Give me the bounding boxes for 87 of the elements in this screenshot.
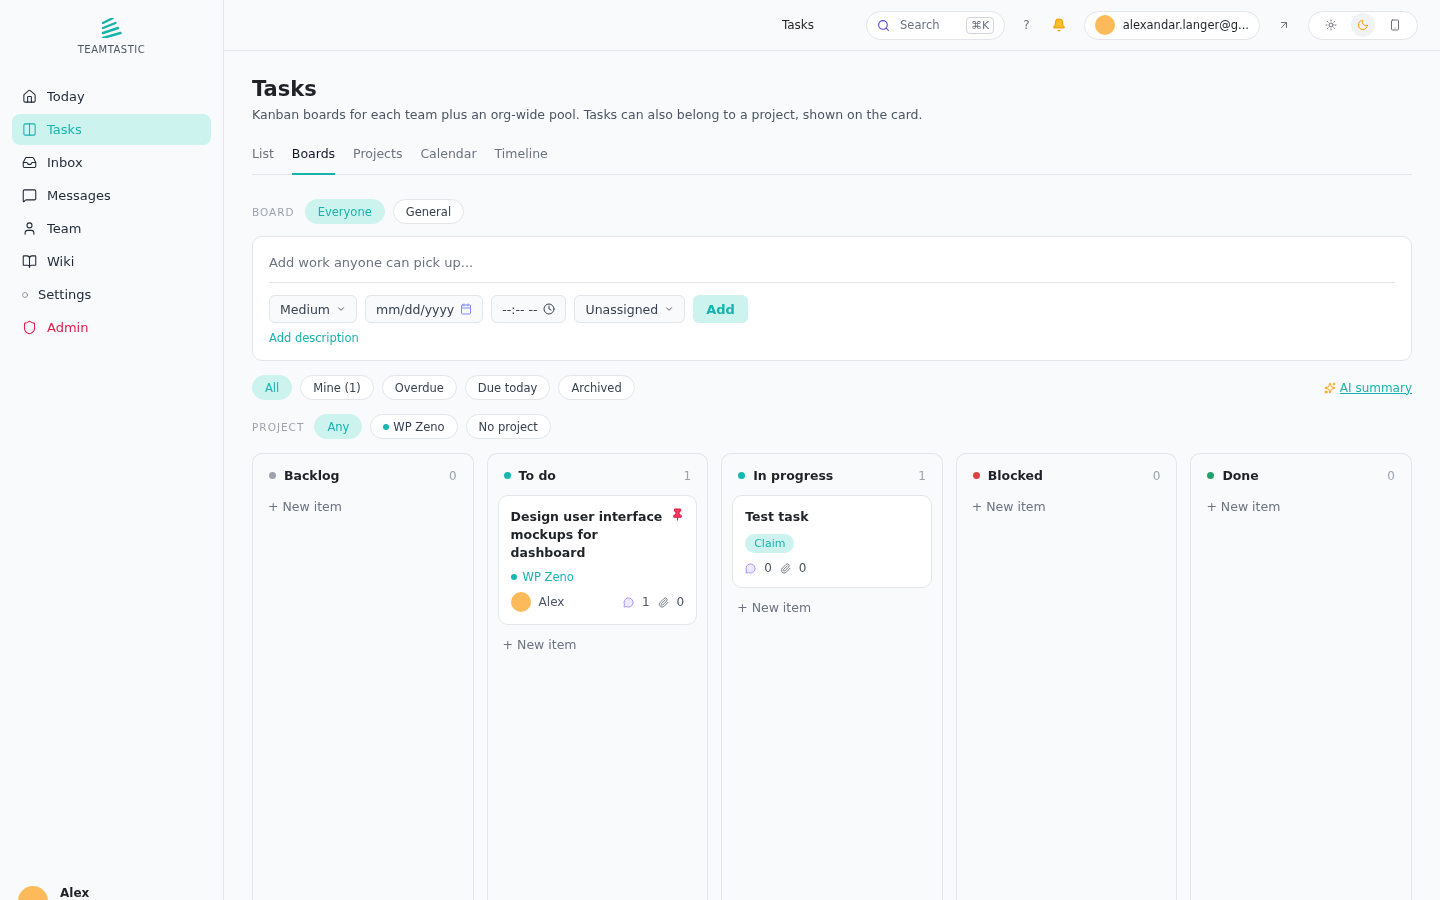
column-count: 0 xyxy=(1387,468,1395,483)
page-description: Kanban boards for each team plus an org-wide pool. Tasks can also belong to a project, shown on the card. xyxy=(252,107,924,122)
attachment-count: 0 xyxy=(798,561,807,575)
dot-icon xyxy=(22,291,28,298)
help-button[interactable]: ? xyxy=(1019,14,1034,36)
logo-icon xyxy=(100,18,123,38)
tab[interactable]: Calendar xyxy=(420,146,477,175)
logo-text: TEAMTASTIC xyxy=(77,44,146,55)
paperclip-icon xyxy=(779,562,791,574)
caret-icon xyxy=(664,304,675,314)
column-count: 1 xyxy=(918,468,926,483)
task-title: Design user interface mockups for dashboard xyxy=(510,508,664,562)
page-title: Tasks xyxy=(252,77,318,101)
columns-icon xyxy=(22,122,37,137)
caret-icon xyxy=(336,304,346,314)
account-button[interactable]: alexandar.langer@g... xyxy=(1083,10,1260,40)
comment-count: 1 xyxy=(641,595,650,609)
inbox-icon xyxy=(22,155,37,170)
project-chip[interactable]: WP Zeno xyxy=(370,414,458,439)
assignee-select[interactable]: Unassigned xyxy=(574,295,686,323)
column-title: Blocked xyxy=(987,468,1043,483)
person-icon xyxy=(22,221,37,236)
tab[interactable]: List xyxy=(252,146,274,175)
phone-icon xyxy=(1389,19,1401,31)
column-title: In progress xyxy=(753,468,834,483)
task-card[interactable]: Design user interface mockups for dashboard WP Zeno Alex 1 0 xyxy=(497,495,698,625)
assignee-name: Alex xyxy=(538,595,565,609)
sidebar-item[interactable]: Messages xyxy=(12,180,211,211)
sparkles-icon xyxy=(1323,381,1336,394)
filter-chip[interactable]: Mine (1) xyxy=(300,375,374,400)
new-item-button[interactable]: + New item xyxy=(497,633,582,656)
new-item-button[interactable]: + New item xyxy=(732,596,817,619)
shortcut-hint: ⌘K xyxy=(966,16,995,34)
shield-icon xyxy=(22,320,37,335)
tab[interactable]: Boards xyxy=(291,146,336,175)
comment-icon xyxy=(622,596,634,608)
task-card[interactable]: Test task Claim 0 0 xyxy=(732,495,932,588)
column-count: 1 xyxy=(683,468,692,483)
time-field[interactable]: --:-- -- xyxy=(491,295,567,323)
tab[interactable]: Timeline xyxy=(494,146,548,175)
comment-icon xyxy=(745,562,757,574)
new-item-button[interactable]: + New item xyxy=(966,495,1051,518)
column-count: 0 xyxy=(1152,468,1161,483)
avatar xyxy=(1094,15,1115,35)
filter-chip[interactable]: Overdue xyxy=(381,375,457,400)
filter-chip[interactable]: Due today xyxy=(464,375,551,400)
header-title: Tasks xyxy=(781,18,815,32)
new-item-button[interactable]: + New item xyxy=(1201,495,1286,518)
bell-icon xyxy=(1051,18,1066,32)
sidebar-item[interactable]: Wiki xyxy=(12,246,211,277)
home-icon xyxy=(22,89,37,104)
search-field[interactable]: Search ⌘K xyxy=(866,10,1006,40)
moon-button[interactable] xyxy=(1351,13,1375,37)
clock-icon xyxy=(543,303,556,315)
arrow-icon xyxy=(1278,19,1290,31)
chat-icon xyxy=(22,188,37,203)
search-input[interactable]: Search xyxy=(898,17,959,33)
sidebar-item[interactable]: Admin xyxy=(12,312,211,343)
sidebar-item[interactable]: Team xyxy=(12,213,211,244)
sidebar-item[interactable]: Settings xyxy=(12,279,211,310)
sun-icon xyxy=(1325,19,1337,31)
column-count: 0 xyxy=(448,468,457,483)
book-icon xyxy=(22,254,37,269)
user-name: Alex xyxy=(60,886,90,900)
column-title: Done xyxy=(1222,468,1259,483)
moon-icon xyxy=(1357,19,1369,31)
priority-select[interactable]: Medium xyxy=(269,295,357,323)
tab[interactable]: Projects xyxy=(353,146,403,175)
column-title: Backlog xyxy=(284,468,340,483)
attachment-count: 0 xyxy=(676,595,685,609)
sidebar-item[interactable]: Inbox xyxy=(12,147,211,178)
filter-label: BOARD xyxy=(252,205,295,218)
search-icon xyxy=(877,18,891,32)
project-tag: WP Zeno xyxy=(510,570,685,584)
board-chip[interactable]: General xyxy=(392,199,465,224)
new-item-button[interactable]: + New item xyxy=(263,495,347,518)
comment-count: 0 xyxy=(764,561,772,575)
filter-chip[interactable]: Archived xyxy=(558,375,635,400)
sidebar-item[interactable]: Today xyxy=(12,81,211,112)
avatar xyxy=(510,592,531,612)
column-title: To do xyxy=(518,468,556,483)
paperclip-icon xyxy=(657,596,669,608)
filter-label: PROJECT xyxy=(252,420,305,433)
task-title: Test task xyxy=(745,508,810,526)
project-chip[interactable]: No project xyxy=(465,414,551,439)
calendar-icon xyxy=(460,303,473,315)
date-field[interactable]: mm/dd/yyyy xyxy=(365,295,484,323)
